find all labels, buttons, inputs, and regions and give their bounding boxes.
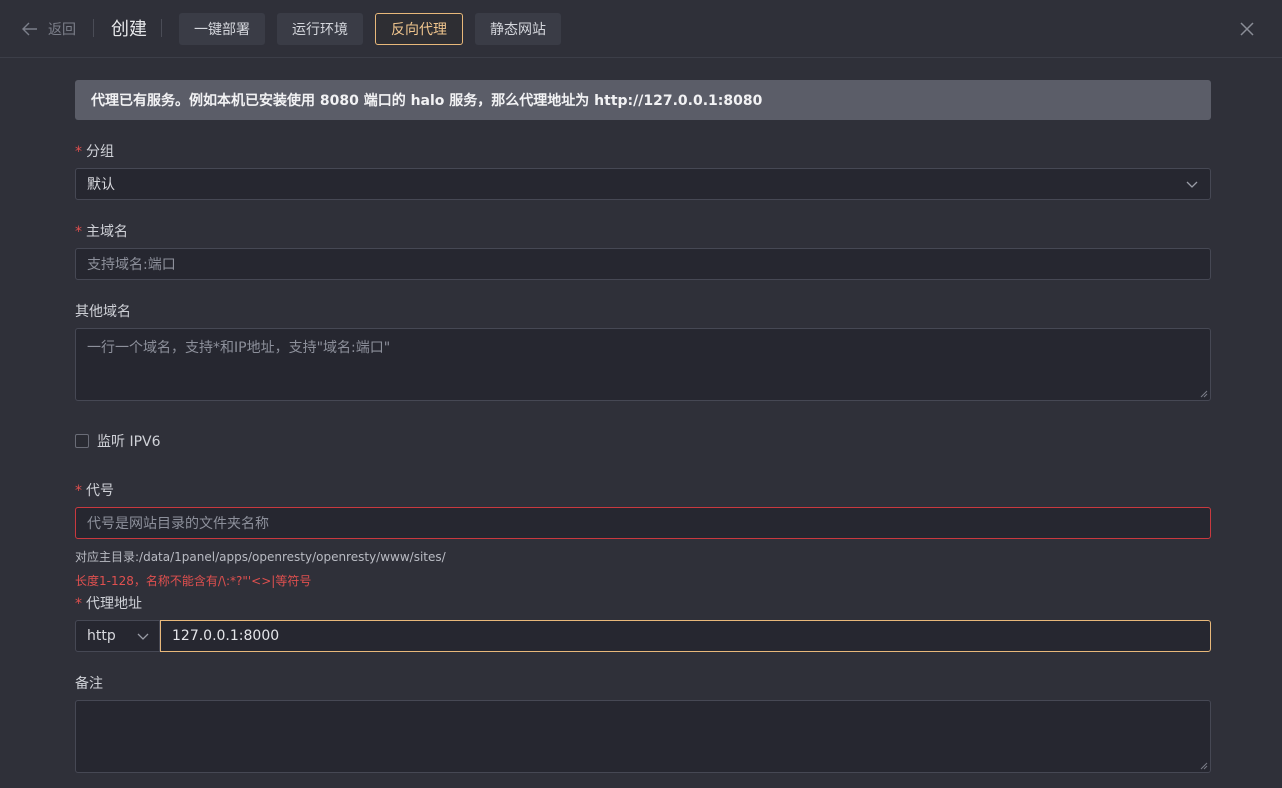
chevron-down-icon xyxy=(137,633,149,640)
remark-textarea[interactable] xyxy=(75,700,1211,773)
tab-static-site[interactable]: 静态网站 xyxy=(475,13,561,45)
ipv6-label: 监听 IPV6 xyxy=(97,434,161,450)
alert-text: 代理已有服务。例如本机已安装使用 8080 端口的 halo 服务，那么代理地址… xyxy=(91,93,763,109)
page-title: 创建 xyxy=(111,19,147,40)
other-domains-label: 其他域名 xyxy=(75,304,131,320)
ipv6-checkbox-row[interactable]: 监听 IPV6 xyxy=(75,431,161,451)
proxy-address-input[interactable]: 127.0.0.1:8000 xyxy=(160,620,1211,652)
back-label: 返回 xyxy=(48,22,76,38)
required-mark: * xyxy=(75,224,82,240)
alias-label: * 代号 xyxy=(75,483,114,499)
primary-domain-label: * 主域名 xyxy=(75,224,128,240)
proxy-address-label: * 代理地址 xyxy=(75,596,142,612)
other-domains-textarea[interactable]: 一行一个域名，支持*和IP地址，支持"域名:端口" xyxy=(75,328,1211,401)
remark-label: 备注 xyxy=(75,676,103,692)
alias-input[interactable]: 代号是网站目录的文件夹名称 xyxy=(75,507,1211,539)
tab-reverse-proxy[interactable]: 反向代理 xyxy=(375,13,463,45)
required-mark: * xyxy=(75,596,82,612)
close-icon[interactable] xyxy=(1238,20,1256,38)
protocol-value: http xyxy=(87,628,116,644)
ipv6-checkbox[interactable] xyxy=(75,434,89,448)
tab-one-click-deploy[interactable]: 一键部署 xyxy=(179,13,265,45)
group-select[interactable]: 默认 xyxy=(75,168,1211,200)
resize-handle-icon[interactable] xyxy=(1200,762,1208,770)
required-mark: * xyxy=(75,483,82,499)
divider xyxy=(93,19,94,37)
info-alert: 代理已有服务。例如本机已安装使用 8080 端口的 halo 服务，那么代理地址… xyxy=(75,80,1211,120)
required-mark: * xyxy=(75,144,82,160)
group-label: * 分组 xyxy=(75,144,114,160)
top-bar: 返回 创建 一键部署 运行环境 反向代理 静态网站 xyxy=(0,0,1282,58)
protocol-select[interactable]: http xyxy=(75,620,160,652)
back-button[interactable]: 返回 xyxy=(22,18,76,40)
divider xyxy=(161,19,162,37)
group-select-value: 默认 xyxy=(87,177,115,193)
tab-runtime[interactable]: 运行环境 xyxy=(277,13,363,45)
resize-handle-icon[interactable] xyxy=(1200,390,1208,398)
primary-domain-input[interactable]: 支持域名:端口 xyxy=(75,248,1211,280)
alias-hint: 对应主目录:/data/1panel/apps/openresty/openre… xyxy=(75,550,446,564)
arrow-left-icon xyxy=(22,22,37,36)
chevron-down-icon xyxy=(1186,181,1198,188)
alias-error: 长度1-128，名称不能含有/\:*?"'<>|等符号 xyxy=(75,574,312,588)
